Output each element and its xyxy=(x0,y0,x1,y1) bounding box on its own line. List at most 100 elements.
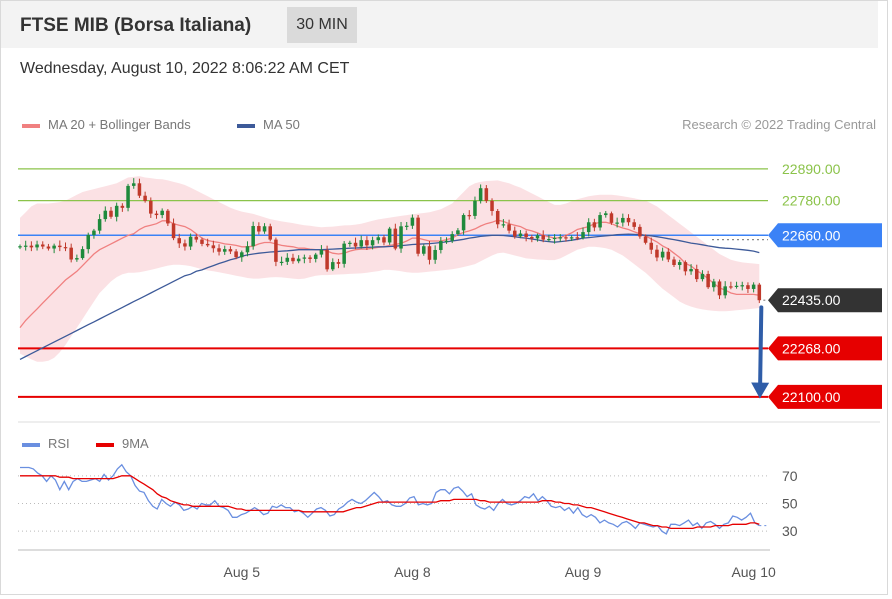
candle-body-109 xyxy=(638,226,642,237)
candle-body-122 xyxy=(712,281,716,288)
bollinger-band xyxy=(20,176,760,362)
level-label-pivot-2: 22660.00 xyxy=(782,227,841,243)
candle-body-103 xyxy=(604,213,608,216)
candle-body-89 xyxy=(524,233,528,237)
candle-body-69 xyxy=(410,217,415,226)
level-label-support-4: 22268.00 xyxy=(782,340,841,356)
rsi-tick-30: 30 xyxy=(782,523,798,539)
candle-body-117 xyxy=(683,262,688,272)
candle-body-50 xyxy=(302,257,307,259)
candle-body-61 xyxy=(365,240,369,246)
candle-body-4 xyxy=(40,244,45,247)
candle-body-57 xyxy=(342,243,346,264)
candle-body-59 xyxy=(353,242,358,247)
candle-body-92 xyxy=(541,235,545,240)
candle-body-38 xyxy=(234,251,238,258)
candle-body-97 xyxy=(569,237,574,239)
candle-body-22 xyxy=(143,195,147,201)
rsi-series-9ma xyxy=(20,475,760,530)
candle-body-128 xyxy=(746,285,750,289)
candle-body-18 xyxy=(120,205,125,208)
candle-body-67 xyxy=(399,226,403,249)
candle-body-114 xyxy=(666,251,671,260)
candle-body-82 xyxy=(484,188,489,201)
candle-body-28 xyxy=(177,238,181,244)
x-tick-label-0: Aug 5 xyxy=(223,564,260,580)
candle-body-1 xyxy=(23,245,28,247)
candle-body-10 xyxy=(75,258,79,260)
candle-body-96 xyxy=(564,237,568,239)
candle-body-129 xyxy=(751,284,756,289)
candle-body-42 xyxy=(257,226,261,232)
candle-body-35 xyxy=(217,248,221,252)
candle-body-94 xyxy=(552,237,557,240)
candle-body-41 xyxy=(251,226,255,247)
candle-body-86 xyxy=(507,224,511,231)
candle-body-116 xyxy=(677,262,682,265)
candle-body-62 xyxy=(370,240,375,246)
candle-body-125 xyxy=(729,286,733,288)
candle-body-44 xyxy=(268,226,272,240)
candle-body-100 xyxy=(586,222,591,233)
candle-body-8 xyxy=(63,247,68,249)
candle-body-111 xyxy=(649,242,654,250)
x-tick-label-3: Aug 10 xyxy=(731,564,776,580)
candle-body-46 xyxy=(279,261,284,264)
candle-body-65 xyxy=(387,228,392,243)
x-tick-label-1: Aug 8 xyxy=(394,564,431,580)
candle-body-87 xyxy=(513,230,517,237)
candle-body-20 xyxy=(131,183,136,186)
candle-body-70 xyxy=(416,217,420,254)
candle-body-118 xyxy=(689,269,693,272)
candle-body-29 xyxy=(183,243,187,247)
candle-body-34 xyxy=(211,245,216,249)
candle-body-75 xyxy=(444,240,449,242)
candle-body-99 xyxy=(581,232,585,238)
candle-body-12 xyxy=(86,234,91,250)
candle-body-49 xyxy=(296,258,301,262)
candle-body-124 xyxy=(723,286,727,296)
candle-body-79 xyxy=(467,215,472,217)
candle-body-9 xyxy=(69,247,73,260)
candle-body-23 xyxy=(149,200,153,214)
candle-body-107 xyxy=(626,217,631,223)
candle-body-120 xyxy=(700,273,705,280)
candle-body-0 xyxy=(18,246,22,248)
candle-body-110 xyxy=(643,236,648,243)
candle-body-2 xyxy=(29,245,34,248)
candle-body-93 xyxy=(547,239,551,241)
candle-body-15 xyxy=(103,210,108,220)
candle-body-7 xyxy=(58,245,62,248)
candle-body-66 xyxy=(393,228,398,249)
candle-body-36 xyxy=(222,249,227,252)
candle-body-83 xyxy=(490,200,494,212)
level-label-current-3: 22435.00 xyxy=(782,292,841,308)
forecast-arrow-shaft xyxy=(758,305,764,395)
candle-body-52 xyxy=(313,254,318,259)
candle-body-56 xyxy=(336,262,341,264)
candle-body-60 xyxy=(359,240,363,247)
candle-body-101 xyxy=(592,222,597,228)
candle-body-53 xyxy=(319,249,324,255)
candle-body-24 xyxy=(154,213,159,216)
candle-body-48 xyxy=(291,257,295,262)
candle-body-98 xyxy=(575,237,580,239)
x-tick-label-2: Aug 9 xyxy=(565,564,602,580)
candle-body-54 xyxy=(325,249,329,270)
resistance-label-1: 22780.00 xyxy=(782,193,841,209)
candle-body-78 xyxy=(461,215,466,231)
resistance-label-0: 22890.00 xyxy=(782,161,841,177)
candle-body-85 xyxy=(501,224,506,226)
candle-body-80 xyxy=(473,200,477,216)
candle-body-37 xyxy=(228,249,233,252)
candle-body-104 xyxy=(609,213,614,223)
candle-body-113 xyxy=(660,251,665,258)
candle-body-105 xyxy=(615,222,619,224)
candle-body-63 xyxy=(376,237,381,241)
candle-body-84 xyxy=(495,211,500,225)
candle-body-76 xyxy=(450,234,454,241)
candle-body-90 xyxy=(530,236,534,239)
candle-body-31 xyxy=(194,236,199,240)
candle-body-13 xyxy=(92,230,96,235)
candle-body-91 xyxy=(535,235,540,239)
